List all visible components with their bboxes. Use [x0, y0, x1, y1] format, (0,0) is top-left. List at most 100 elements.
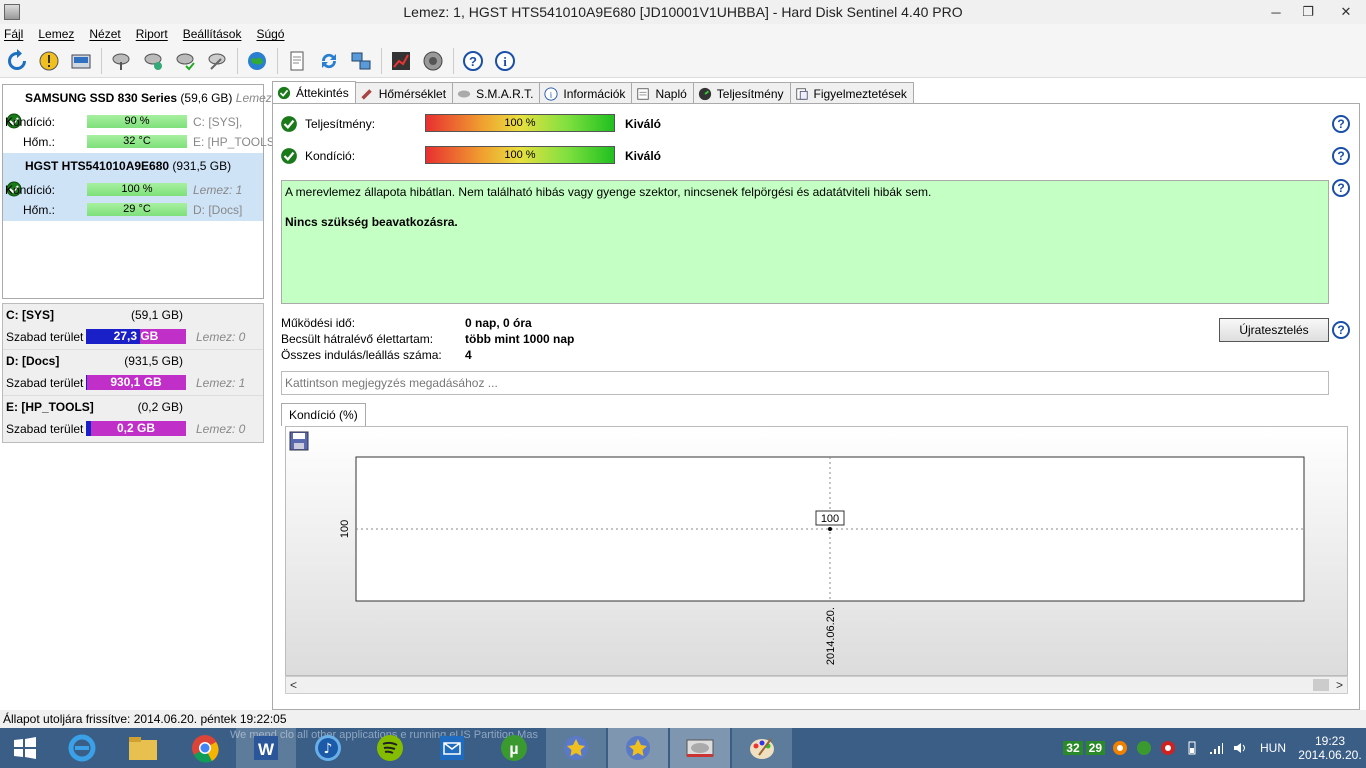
partition-master-icon[interactable] — [608, 728, 668, 768]
scroll-thumb[interactable] — [1313, 679, 1329, 691]
tab-information[interactable]: i Információk — [539, 82, 633, 104]
free-space-label: Szabad terület — [6, 376, 84, 390]
window-title: Lemez: 1, HGST HTS541010A9E680 [JD10001V… — [403, 4, 963, 20]
tab-smart[interactable]: S.M.A.R.T. — [452, 82, 541, 104]
partition-item[interactable]: D: [Docs] (931,5 GB) Szabad terület 930,… — [3, 350, 263, 396]
maximize-button[interactable]: ❐ — [1294, 0, 1322, 24]
retest-button[interactable]: Újratesztelés — [1219, 318, 1329, 342]
condition-chart: 100 100 2014.06.20. — [285, 426, 1348, 676]
partition-panel: C: [SYS] (59,1 GB) Szabad terület 27,3 G… — [2, 303, 264, 443]
free-space-bar: 0,2 GB — [86, 421, 186, 436]
word-icon[interactable]: W — [236, 728, 296, 768]
mail-icon[interactable] — [422, 728, 482, 768]
status-bar: Állapot utoljára frissítve: 2014.06.20. … — [0, 710, 1366, 728]
disk-number: Lemez: 1 — [193, 183, 243, 197]
overview-panel: Teljesítmény: 100 % Kiváló ? Kondíció: 1… — [272, 103, 1360, 710]
utorrent-icon[interactable]: µ — [484, 728, 544, 768]
help-icon[interactable]: ? — [1332, 321, 1350, 339]
tab-log[interactable]: Napló — [631, 82, 694, 104]
tab-overview[interactable]: Áttekintés — [272, 81, 356, 104]
beats-icon[interactable] — [1159, 739, 1177, 757]
network-icon[interactable] — [347, 47, 375, 75]
taskbar: We mend clo all other applications e run… — [0, 728, 1366, 768]
disk-ok-icon[interactable] — [171, 47, 199, 75]
start-button[interactable] — [0, 728, 50, 768]
disk-test-icon[interactable] — [139, 47, 167, 75]
disk-scan-icon[interactable] — [107, 47, 135, 75]
lifetime-label: Becsült hátralévő élettartam: — [281, 332, 434, 346]
chart-icon[interactable] — [387, 47, 415, 75]
battery-icon[interactable] — [1183, 739, 1201, 757]
disk-settings-icon[interactable] — [203, 47, 231, 75]
close-button[interactable]: ✕ — [1326, 0, 1366, 24]
menu-file[interactable]: Fájl — [4, 27, 23, 41]
data-label: 100 — [821, 513, 839, 525]
partition-name: E: [HP_TOOLS] — [6, 400, 94, 414]
sound-icon[interactable] — [419, 47, 447, 75]
svg-text:?: ? — [469, 54, 477, 69]
help-icon[interactable]: ? — [1332, 147, 1350, 165]
spotify-icon[interactable] — [360, 728, 420, 768]
menu-report[interactable]: Riport — [136, 27, 168, 41]
menu-bar: Fájl Lemez Nézet Riport Beállítások Súgó — [0, 24, 1366, 44]
sync-icon[interactable] — [315, 47, 343, 75]
menu-view[interactable]: Nézet — [89, 27, 120, 41]
tab-bar: Áttekintés Hőmérséklet S.M.A.R.T. i Info… — [272, 81, 914, 104]
itunes-icon[interactable]: ♪ — [298, 728, 358, 768]
tab-temperature[interactable]: Hőmérséklet — [354, 82, 454, 104]
clock[interactable]: 19:23 2014.06.20. — [1294, 734, 1366, 762]
menu-help[interactable]: Súgó — [256, 27, 284, 41]
tab-performance[interactable]: Teljesítmény — [692, 82, 791, 104]
partition-item[interactable]: E: [HP_TOOLS] (0,2 GB) Szabad terület 0,… — [3, 396, 263, 442]
note-input[interactable]: Kattintson megjegyzés megadásához ... — [281, 371, 1329, 395]
x-tick-label: 2014.06.20. — [825, 607, 837, 665]
tray-temp-2[interactable]: 29 — [1085, 741, 1105, 755]
menu-disk[interactable]: Lemez — [38, 27, 74, 41]
temperature-label: Hőm.: — [22, 135, 55, 149]
menu-settings[interactable]: Beállítások — [183, 27, 242, 41]
paint-icon[interactable] — [732, 728, 792, 768]
volume-label: D: [Docs] — [193, 203, 243, 217]
language-indicator[interactable]: HUN — [1260, 741, 1286, 755]
minimize-button[interactable]: ─ — [1262, 0, 1290, 24]
lifetime-value: több mint 1000 nap — [465, 332, 575, 346]
refresh-icon[interactable] — [3, 47, 31, 75]
ie-icon[interactable] — [52, 728, 112, 768]
scroll-right-icon[interactable]: > — [1336, 678, 1343, 692]
app-icon[interactable] — [4, 4, 20, 20]
avast-icon[interactable] — [1111, 739, 1129, 757]
alert-icon[interactable] — [35, 47, 63, 75]
chart-scrollbar[interactable]: < > — [285, 676, 1348, 694]
network-icon[interactable] — [1207, 739, 1225, 757]
utorrent-tray-icon[interactable] — [1135, 739, 1153, 757]
svg-text:♪: ♪ — [324, 741, 333, 757]
disk-size: (59,6 GB) — [180, 91, 233, 105]
disk-name: SAMSUNG SSD 830 Series — [25, 91, 178, 105]
disk-item-hgst[interactable]: HGST HTS541010A9E680 (931,5 GB) Kondíció… — [3, 153, 263, 221]
chrome-icon[interactable] — [175, 728, 235, 768]
info-icon: i — [544, 86, 558, 101]
report-icon[interactable] — [283, 47, 311, 75]
partition-name: D: [Docs] — [6, 354, 60, 368]
explorer-icon[interactable] — [113, 728, 173, 768]
disk-item-samsung[interactable]: SAMSUNG SSD 830 Series (59,6 GB) Lemez: … — [3, 85, 275, 153]
clock-date: 2014.06.20. — [1298, 748, 1362, 762]
scroll-left-icon[interactable]: < — [290, 678, 297, 692]
disk-info-icon[interactable] — [67, 47, 95, 75]
partition-item[interactable]: C: [SYS] (59,1 GB) Szabad terület 27,3 G… — [3, 304, 263, 350]
tab-alerts[interactable]: Figyelmeztetések — [789, 82, 914, 104]
chart-tab-condition[interactable]: Kondíció (%) — [281, 403, 366, 426]
volume-icon[interactable] — [1231, 739, 1249, 757]
help-icon[interactable]: ? — [1332, 179, 1350, 197]
help-icon[interactable]: ? — [1332, 115, 1350, 133]
free-space-bar: 930,1 GB — [86, 375, 186, 390]
uptime-value: 0 nap, 0 óra — [465, 316, 532, 330]
help-icon[interactable]: ? — [459, 47, 487, 75]
tray-temp-1[interactable]: 32 — [1063, 741, 1083, 755]
partition-size: (931,5 GB) — [124, 354, 183, 368]
partition-master-icon[interactable] — [546, 728, 606, 768]
partition-size: (59,1 GB) — [130, 308, 183, 322]
web-icon[interactable] — [243, 47, 271, 75]
info-icon[interactable]: i — [491, 47, 519, 75]
hard-disk-sentinel-icon[interactable] — [670, 728, 730, 768]
